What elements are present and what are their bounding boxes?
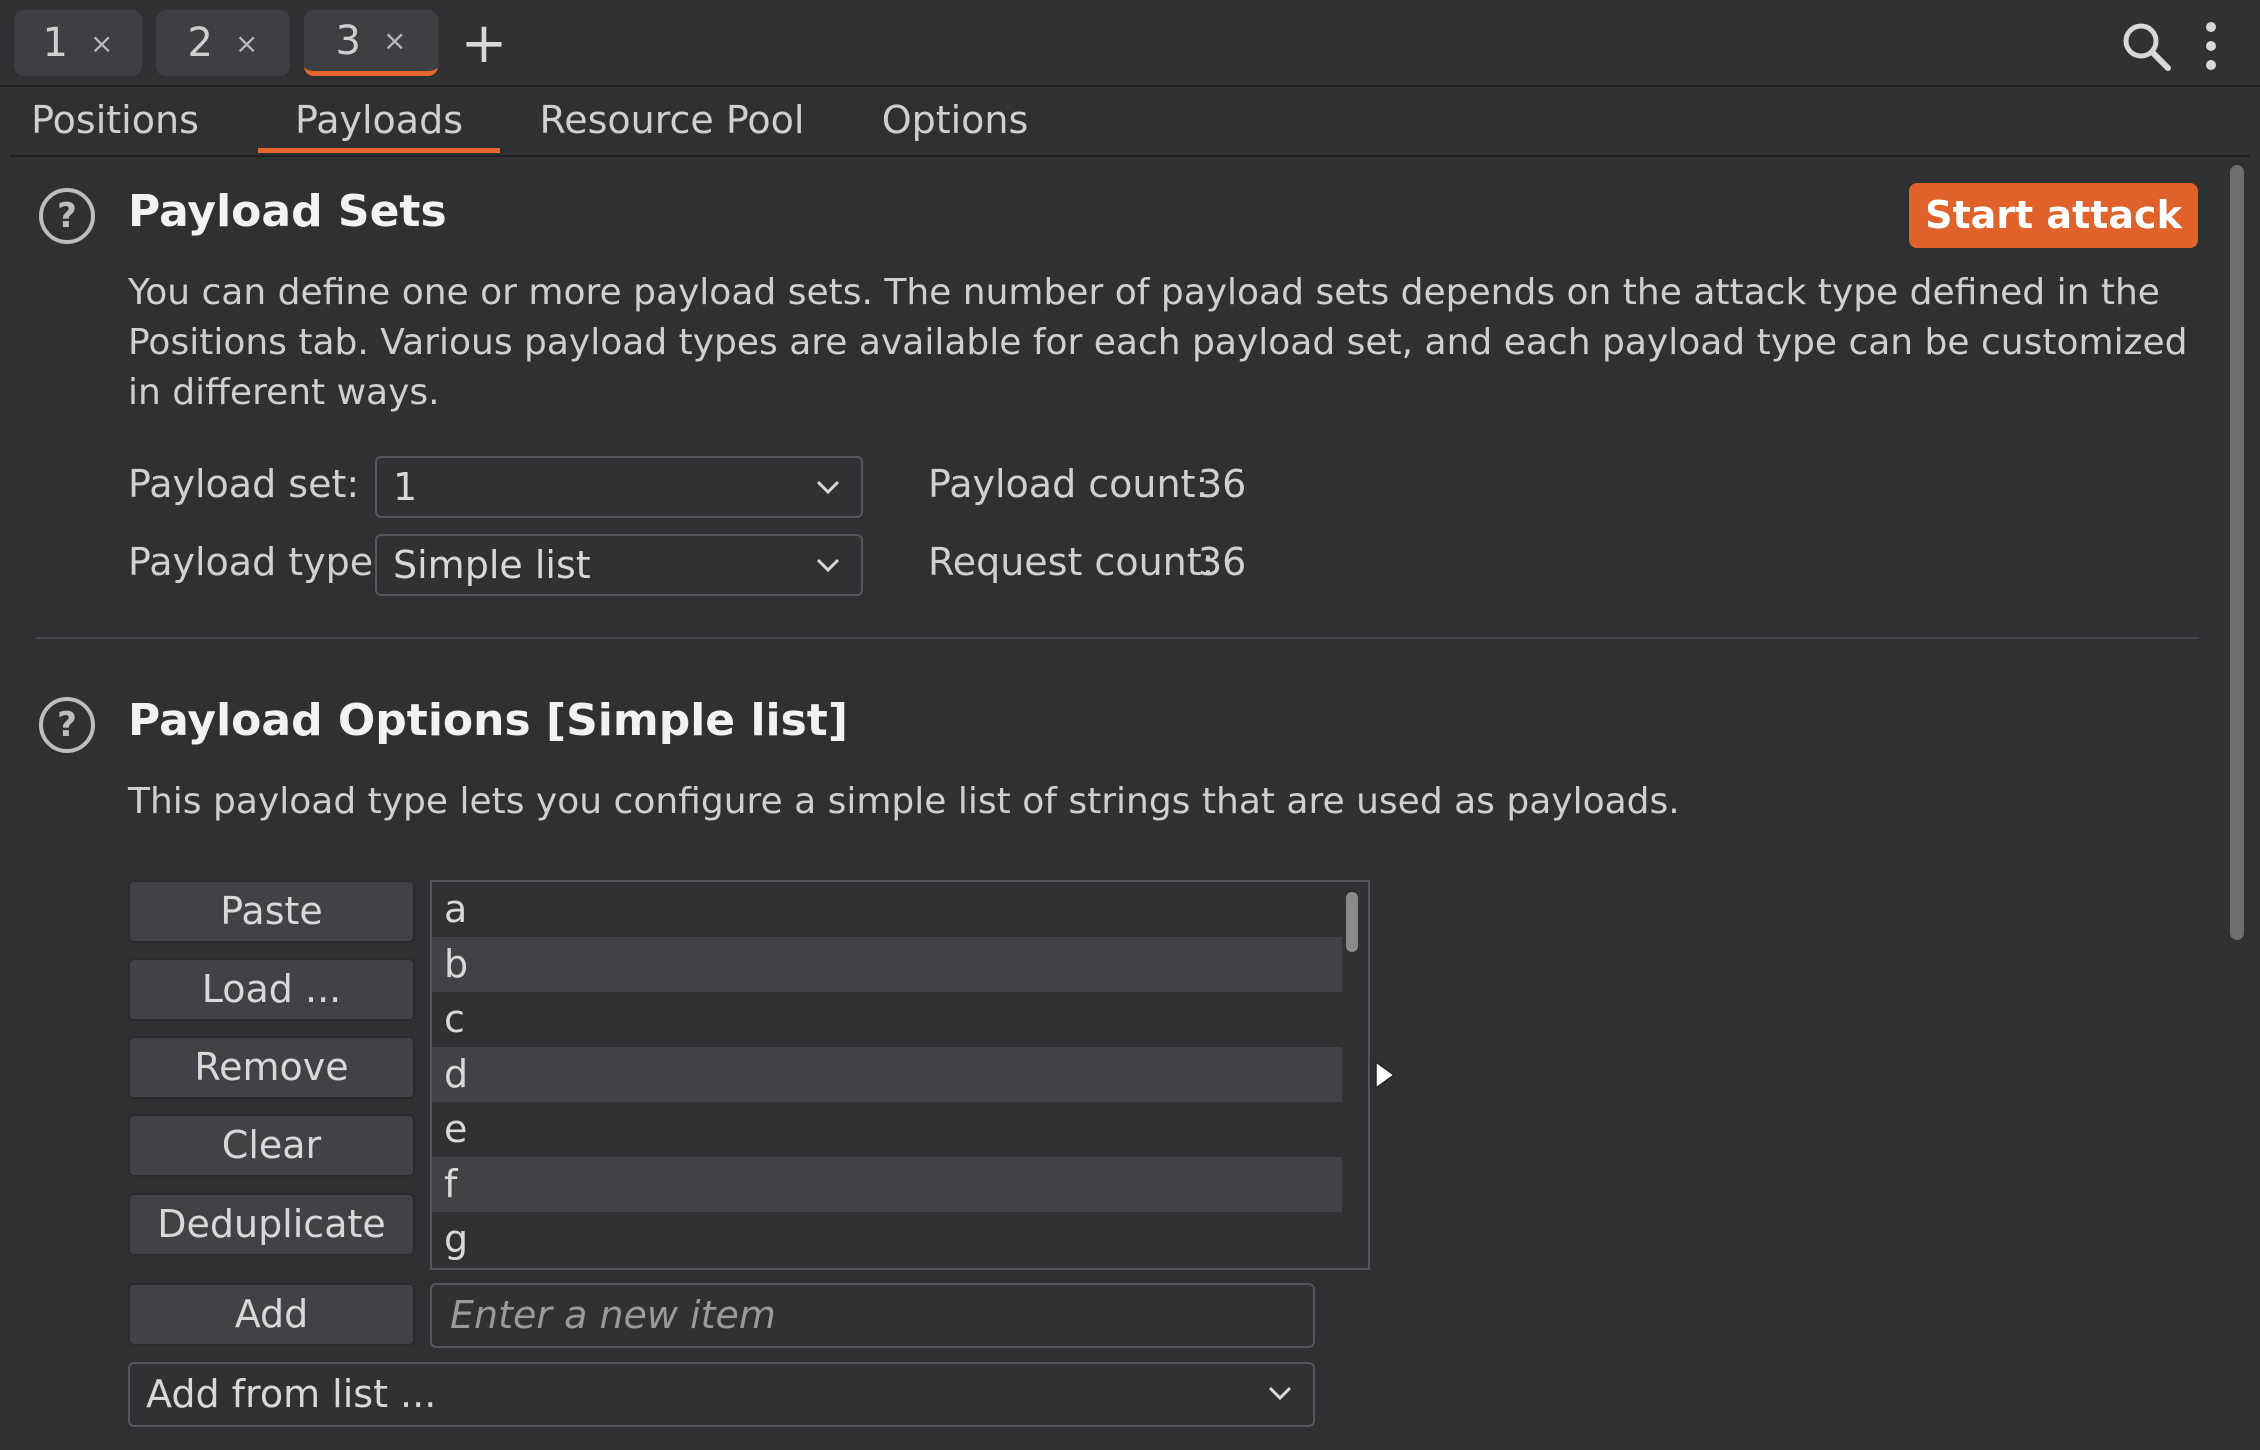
intruder-sub-tabs: Positions Payloads Resource Pool Options (10, 87, 2250, 157)
payload-sets-description: You can define one or more payload sets.… (128, 272, 2188, 413)
tab-resource-pool[interactable]: Resource Pool (532, 87, 812, 153)
payload-list[interactable]: a b c d e f g (430, 880, 1370, 1270)
payload-count-label: Payload count: (928, 462, 1209, 506)
payload-type-value: Simple list (393, 543, 591, 587)
payload-count-value: 36 (1198, 462, 1247, 506)
payload-type-select[interactable]: Simple list (375, 534, 863, 596)
new-item-input[interactable]: Enter a new item (430, 1283, 1315, 1348)
deduplicate-button[interactable]: Deduplicate (128, 1193, 415, 1256)
payload-options-description: This payload type lets you configure a s… (128, 781, 1680, 822)
request-count-value: 36 (1198, 540, 1247, 584)
list-item[interactable]: d (432, 1047, 1342, 1102)
chevron-down-icon (816, 558, 840, 573)
instance-tab-3[interactable]: 3 × (304, 10, 438, 76)
chevron-down-icon (816, 480, 840, 495)
chevron-down-icon (1268, 1386, 1292, 1401)
instance-tab-2[interactable]: 2 × (156, 10, 290, 76)
load-button[interactable]: Load ... (128, 958, 415, 1021)
paste-button[interactable]: Paste (128, 880, 415, 943)
add-tab-button[interactable]: + (458, 14, 510, 74)
section-divider (36, 637, 2199, 639)
remove-button[interactable]: Remove (128, 1036, 415, 1099)
request-count-label: Request count: (928, 540, 1215, 584)
instance-tab-1[interactable]: 1 × (14, 10, 142, 76)
tab-positions[interactable]: Positions (30, 87, 200, 153)
list-item[interactable]: f (432, 1157, 1342, 1212)
close-icon[interactable]: × (90, 27, 113, 60)
tab-payloads[interactable]: Payloads (258, 87, 500, 153)
main-scrollbar[interactable] (2230, 165, 2244, 940)
payload-set-value: 1 (393, 465, 418, 509)
start-attack-button[interactable]: Start attack (1909, 183, 2198, 248)
list-item[interactable]: b (432, 937, 1342, 992)
list-item[interactable]: c (432, 992, 1342, 1047)
payload-set-select[interactable]: 1 (375, 456, 863, 518)
close-icon[interactable]: × (235, 27, 258, 60)
payload-type-label: Payload type: (128, 540, 386, 584)
help-icon[interactable]: ? (39, 697, 95, 753)
instance-tab-bar: 1 × 2 × 3 × + (0, 0, 2260, 87)
instance-tab-label: 1 (42, 20, 68, 66)
instance-tab-label: 3 (335, 17, 361, 64)
clear-button[interactable]: Clear (128, 1114, 415, 1177)
payload-sets-title: Payload Sets (128, 186, 447, 237)
help-icon[interactable]: ? (39, 188, 95, 244)
list-item[interactable]: a (432, 882, 1342, 937)
list-item[interactable]: e (432, 1102, 1342, 1157)
add-from-list-select[interactable]: Add from list ... (128, 1362, 1315, 1427)
list-scrollbar[interactable] (1346, 892, 1358, 952)
list-item[interactable]: g (432, 1212, 1342, 1267)
add-button[interactable]: Add (128, 1283, 415, 1346)
payload-set-label: Payload set: (128, 462, 360, 506)
instance-tab-label: 2 (187, 20, 213, 66)
tab-options[interactable]: Options (870, 87, 1040, 153)
search-icon[interactable] (2120, 20, 2172, 72)
payload-options-title: Payload Options [Simple list] (128, 695, 848, 746)
kebab-menu-icon[interactable] (2196, 18, 2226, 74)
close-icon[interactable]: × (383, 24, 406, 57)
add-from-list-value: Add from list ... (146, 1372, 437, 1416)
mouse-cursor-icon (1375, 1060, 1396, 1090)
